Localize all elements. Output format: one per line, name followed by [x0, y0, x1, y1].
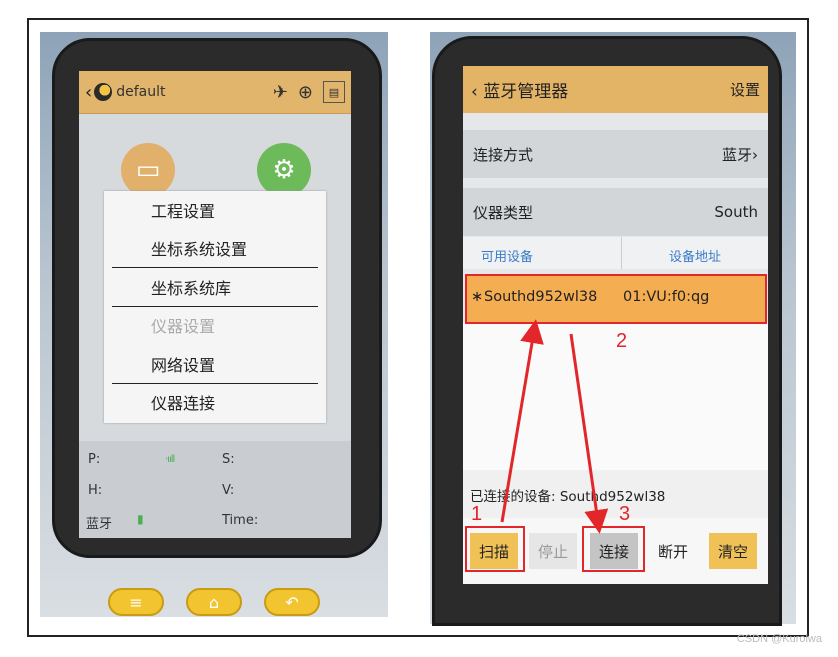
watermark: CSDN @Kurolwa: [736, 633, 822, 645]
arrow-device-to-connect: [569, 333, 609, 534]
arrow-scan-to-device: [500, 319, 544, 523]
annotation-arrows: [500, 319, 609, 534]
